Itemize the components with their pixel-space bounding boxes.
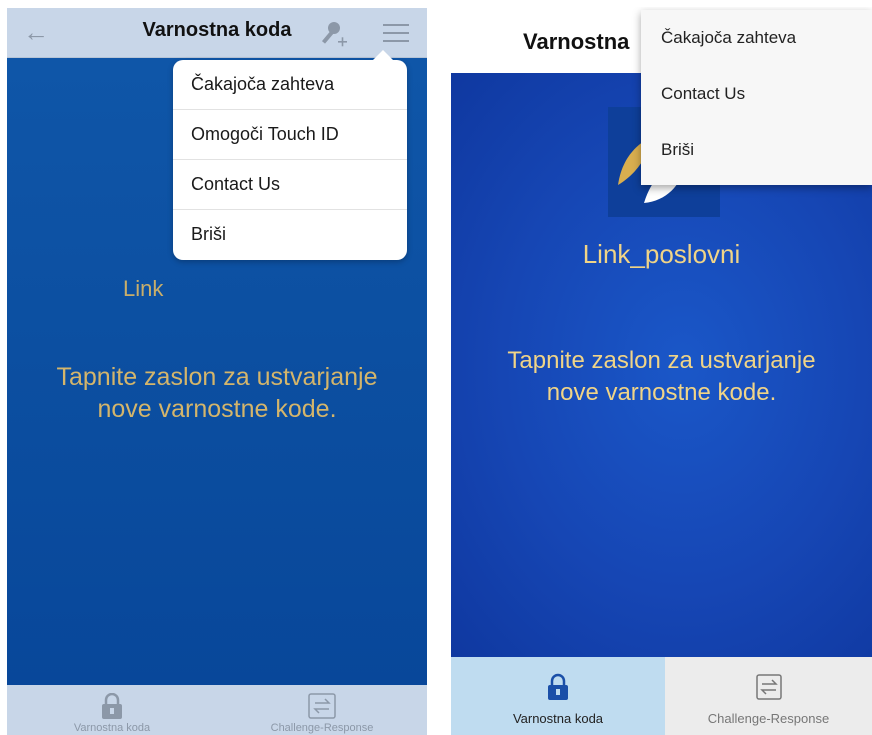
tab-bar: Varnostna koda Challenge-Response [451,657,872,735]
options-menu: Čakajoča zahteva Omogoči Touch ID Contac… [173,50,407,260]
tap-prompt: Tapnite zaslon za ustvarjanje nove varno… [507,347,816,406]
tab-bar: Varnostna koda Challenge-Response [7,685,427,735]
arrow-left-icon[interactable]: ← [21,18,51,46]
lock-icon [548,673,568,700]
page-title: Varnostna [523,29,630,54]
swap-arrows-icon [756,674,782,700]
menu-item-delete[interactable]: Briši [641,122,872,178]
menu-item-delete[interactable]: Briši [173,210,407,259]
tap-prompt: Tapnite zaslon za ustvarjanje nove varno… [56,363,378,423]
key-plus-icon[interactable] [319,19,349,49]
menu-item-pending-request[interactable]: Čakajoča zahteva [173,60,407,110]
page-title: Varnostna koda [142,19,292,41]
menu-item-enable-touch-id[interactable]: Omogoči Touch ID [173,110,407,160]
menu-item-contact-us[interactable]: Contact Us [641,66,872,122]
swap-arrows-icon [308,693,336,719]
options-menu: Čakajoča zahteva Contact Us Briši [641,10,872,185]
navigation-bar: ← Varnostna koda [7,8,427,58]
menu-item-contact-us[interactable]: Contact Us [173,160,407,210]
hamburger-icon[interactable] [383,20,409,44]
tab-security-code[interactable]: Varnostna koda [451,657,665,735]
tab-label: Challenge-Response [270,722,374,734]
tab-label: Varnostna koda [512,711,604,726]
token-name: Link_poslovni [582,239,741,269]
tab-challenge-response[interactable]: Challenge-Response [217,685,427,735]
menu-item-pending-request[interactable]: Čakajoča zahteva [641,10,872,66]
token-name: Link [123,276,164,301]
ios-screen: ← Varnostna koda Link Tapnite zaslon za … [7,8,427,735]
lock-icon [102,693,122,719]
tab-security-code[interactable]: Varnostna koda [7,685,217,735]
tab-challenge-response[interactable]: Challenge-Response [665,657,872,735]
tab-label: Challenge-Response [707,711,830,726]
android-screen: Varnostna Link_poslovni Tapnite zaslon z… [451,7,872,735]
tab-label: Varnostna koda [73,722,151,734]
